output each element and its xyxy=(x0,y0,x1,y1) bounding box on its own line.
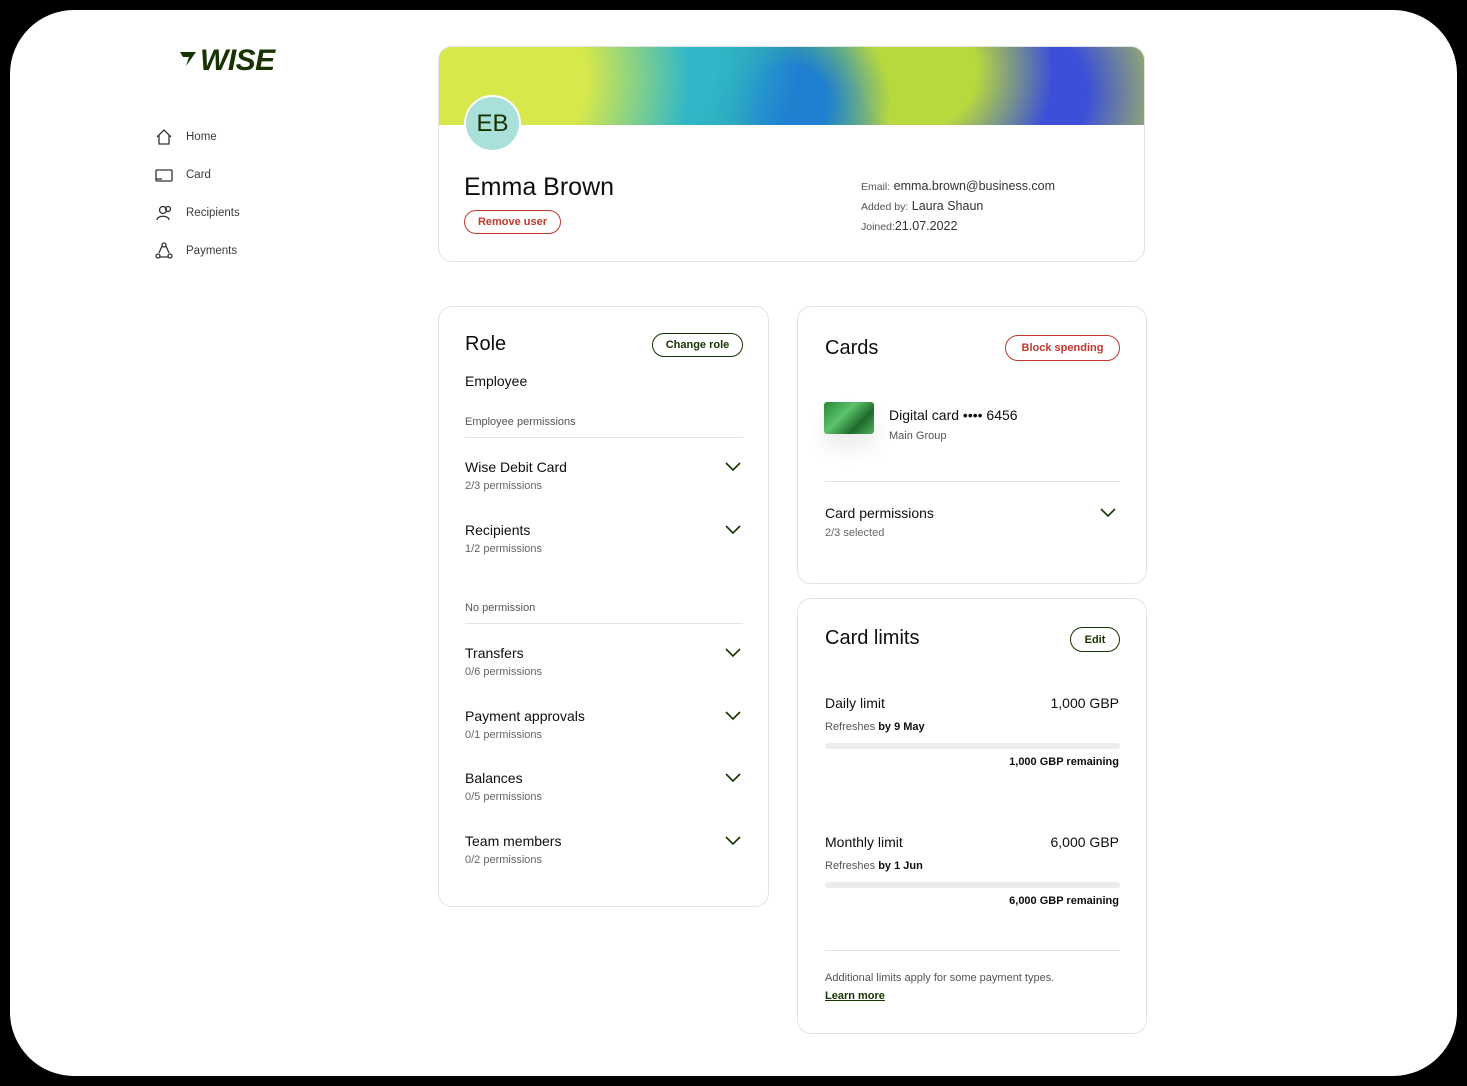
role-value: Employee xyxy=(465,373,528,389)
role-title: Role xyxy=(465,333,507,355)
sidebar-item-label: Payments xyxy=(186,245,238,257)
card-permissions-title: Card permissions xyxy=(825,505,934,521)
chevron-down-icon[interactable] xyxy=(725,711,741,721)
divider xyxy=(465,437,743,438)
sidebar-item-payments[interactable]: Payments xyxy=(154,232,240,270)
card-thumbnail[interactable] xyxy=(824,402,874,434)
daily-limit-label: Daily limit xyxy=(825,695,885,711)
perm-title: Transfers xyxy=(465,645,524,661)
divider xyxy=(825,950,1120,951)
cards-title: Cards xyxy=(825,337,879,359)
perm-title: Balances xyxy=(465,770,523,786)
wise-logo[interactable]: WISE xyxy=(178,44,275,78)
recipients-icon xyxy=(156,205,172,221)
added-by-key: Added by: xyxy=(861,201,909,213)
added-by-value: Laura Shaun xyxy=(911,199,984,213)
sidebar-item-home[interactable]: Home xyxy=(154,118,240,156)
daily-refresh-date: by 9 May xyxy=(878,721,925,733)
chevron-down-icon[interactable] xyxy=(725,462,741,472)
change-role-button[interactable]: Change role xyxy=(652,333,743,357)
avatar: EB xyxy=(464,95,521,152)
user-name: Emma Brown xyxy=(464,173,615,201)
monthly-limit-label: Monthly limit xyxy=(825,834,903,850)
chevron-down-icon[interactable] xyxy=(725,836,741,846)
role-panel: Role Change role Employee Employee permi… xyxy=(438,306,769,907)
logo-text: WISE xyxy=(200,44,275,77)
perm-title: Wise Debit Card xyxy=(465,459,567,475)
employee-permissions-label: Employee permissions xyxy=(465,416,576,428)
monthly-refresh-prefix: Refreshes xyxy=(825,860,876,872)
profile-panel: EB Emma Brown Remove user Email: emma.br… xyxy=(438,46,1145,262)
daily-limit-bar xyxy=(825,743,1120,749)
limits-footnote: Additional limits apply for some payment… xyxy=(825,972,1055,984)
divider xyxy=(825,481,1120,482)
perm-title: Recipients xyxy=(465,522,531,538)
monthly-remaining: 6,000 GBP remaining xyxy=(1009,895,1119,907)
card-limits-panel: Card limits Edit Daily limit 1,000 GBP R… xyxy=(797,598,1147,1034)
profile-banner xyxy=(439,47,1144,125)
sidebar-item-label: Card xyxy=(186,169,211,181)
perm-sub: 0/6 permissions xyxy=(465,666,543,678)
daily-refresh-prefix: Refreshes xyxy=(825,721,876,733)
divider xyxy=(465,623,743,624)
app-frame: WISE Home Card Recipients Payments EB Em… xyxy=(10,10,1457,1076)
monthly-limit-amount: 6,000 GBP xyxy=(1050,834,1120,850)
email-value: emma.brown@business.com xyxy=(893,179,1056,193)
card-icon xyxy=(155,169,173,182)
perm-sub: 1/2 permissions xyxy=(465,543,543,555)
payments-icon xyxy=(155,242,173,259)
home-icon xyxy=(156,129,172,145)
perm-sub: 0/5 permissions xyxy=(465,791,543,803)
sidebar-item-recipients[interactable]: Recipients xyxy=(154,194,240,232)
edit-limits-button[interactable]: Edit xyxy=(1070,627,1120,652)
joined-key: Joined: xyxy=(861,221,895,233)
daily-limit-amount: 1,000 GBP xyxy=(1050,695,1120,711)
daily-remaining: 1,000 GBP remaining xyxy=(1009,756,1119,768)
learn-more-link[interactable]: Learn more xyxy=(825,990,885,1002)
chevron-down-icon[interactable] xyxy=(725,648,741,658)
sidebar-item-label: Home xyxy=(186,131,217,143)
block-spending-button[interactable]: Block spending xyxy=(1005,335,1120,361)
sidebar-item-card[interactable]: Card xyxy=(154,156,240,194)
card-name[interactable]: Digital card •••• 6456 xyxy=(889,407,1018,423)
remove-user-button[interactable]: Remove user xyxy=(464,210,561,234)
cards-panel: Cards Block spending Digital card •••• 6… xyxy=(797,306,1147,584)
perm-title: Payment approvals xyxy=(465,708,585,724)
no-permission-label: No permission xyxy=(465,602,536,614)
chevron-down-icon[interactable] xyxy=(725,525,741,535)
perm-title: Team members xyxy=(465,833,562,849)
sidebar-item-label: Recipients xyxy=(186,207,240,219)
card-group: Main Group xyxy=(889,430,947,442)
monthly-limit-bar xyxy=(825,882,1120,888)
joined-value: 21.07.2022 xyxy=(894,219,958,233)
perm-sub: 0/1 permissions xyxy=(465,729,543,741)
wise-flag-icon xyxy=(178,48,198,74)
sidebar-nav: Home Card Recipients Payments xyxy=(154,118,240,270)
card-limits-title: Card limits xyxy=(825,627,920,649)
email-key: Email: xyxy=(861,181,891,193)
perm-sub: 2/3 permissions xyxy=(465,480,543,492)
chevron-down-icon[interactable] xyxy=(1100,508,1116,518)
profile-meta: Email: emma.brown@business.com Added by:… xyxy=(861,177,1055,237)
monthly-refresh-date: by 1 Jun xyxy=(878,860,923,872)
chevron-down-icon[interactable] xyxy=(725,773,741,783)
card-permissions-sub: 2/3 selected xyxy=(825,527,885,539)
perm-sub: 0/2 permissions xyxy=(465,854,543,866)
